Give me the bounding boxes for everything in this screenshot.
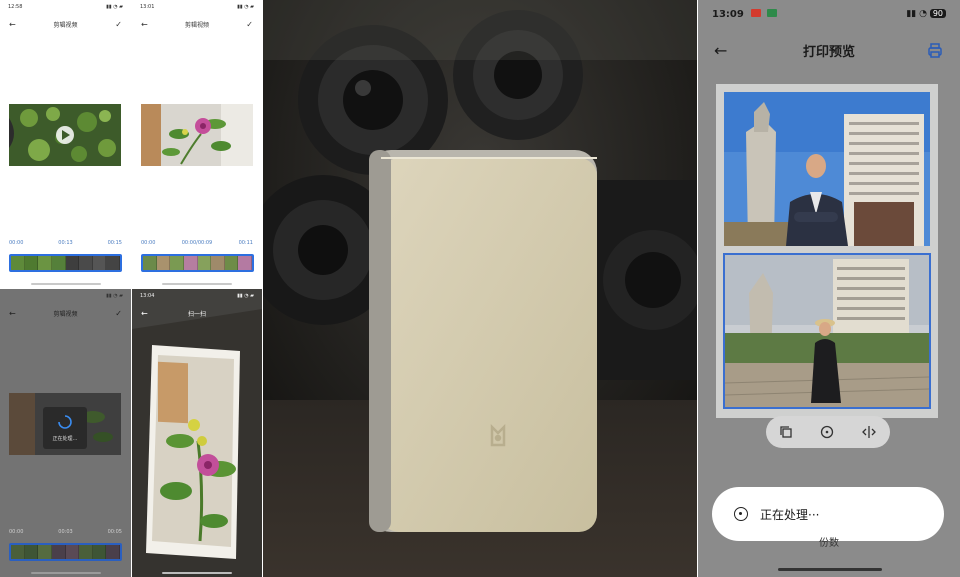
copy-icon[interactable]: [779, 425, 793, 439]
preview-photo-top[interactable]: [724, 92, 930, 246]
time-current: 00:13: [58, 240, 73, 246]
top-bar: ← 剪辑视频 ✓: [0, 305, 131, 321]
back-arrow-icon[interactable]: ←: [141, 20, 148, 29]
time-start: 00:00: [9, 240, 24, 246]
time-current: 00:03: [58, 529, 73, 535]
time-end: 00:15: [107, 240, 122, 246]
loading-spinner-icon: [58, 415, 72, 429]
status-icons-right: ▮▮ ◔ ▰: [106, 293, 123, 299]
home-indicator: [162, 283, 232, 285]
processing-toast: 正在处理···: [712, 487, 944, 541]
scan-screen: 13:04 ▮▮ ◔ ▰ ← 扫一扫: [132, 289, 262, 577]
status-time: 12:58: [8, 4, 23, 10]
home-indicator: [162, 572, 232, 574]
time-start: 00:00: [141, 240, 156, 246]
page-title: 剪辑视频: [53, 310, 78, 318]
product-photo: [263, 0, 697, 577]
preview-toolbar: [766, 416, 890, 448]
timeline-strip[interactable]: [141, 254, 254, 272]
scanned-photo: [146, 345, 240, 559]
checkmark-icon[interactable]: ✓: [115, 309, 122, 318]
page-title: 剪辑视频: [184, 21, 209, 29]
print-preview-screen: 13:09 ▮▮ ◔ 90 ← 打印预览 正在处理··· 份数: [698, 0, 960, 577]
back-arrow-icon[interactable]: ←: [9, 20, 16, 29]
print-preview-card: [716, 84, 938, 418]
page-title: 扫一扫: [187, 310, 206, 318]
rotate-icon[interactable]: [820, 425, 834, 439]
processing-label: 正在处理…: [52, 436, 78, 442]
timeline-strip[interactable]: [9, 254, 122, 272]
time-start: 00:00: [9, 529, 24, 535]
printer-photo-image: [263, 0, 697, 577]
video-preview[interactable]: [9, 104, 121, 166]
status-time: 13:04: [140, 293, 155, 299]
status-bar: ▮▮ ◔ ▰: [0, 289, 131, 303]
preview-photo-bottom[interactable]: [723, 253, 931, 409]
checkmark-icon[interactable]: ✓: [115, 20, 122, 29]
status-bar: 12:58 ▮▮ ◔ ▰: [0, 0, 131, 14]
flip-icon[interactable]: [861, 425, 877, 439]
checkmark-icon[interactable]: ✓: [246, 20, 253, 29]
status-time: 13:09: [712, 8, 777, 20]
top-bar: ← 剪辑视频 ✓: [0, 16, 131, 32]
loading-spinner-icon: [734, 507, 748, 521]
printer-icon[interactable]: [926, 41, 944, 59]
time-current: 00:00/00:09: [181, 240, 213, 246]
time-end: 00:11: [238, 240, 253, 246]
back-arrow-icon[interactable]: ←: [141, 309, 148, 318]
processing-screen: ▮▮ ◔ ▰ ← 剪辑视频 ✓ 正在处理… 00:00 00:03 00:05: [0, 289, 131, 577]
home-indicator: [778, 568, 882, 571]
timeline-labels: 00:00 00:03 00:05: [0, 529, 131, 535]
clip-video-screen: 12:58 ▮▮ ◔ ▰ ← 剪辑视频 ✓ 00:00 00:13 00:15: [0, 0, 131, 288]
copies-label: 份数: [819, 538, 839, 549]
clip-video-screen-2: 13:01 ▮▮ ◔ ▰ ← 剪辑视频 ✓ 00:00 00:00/00:09 …: [132, 0, 262, 288]
processing-overlay: 正在处理…: [43, 407, 87, 449]
status-icons: ▮▮ ◔ ▰: [237, 4, 254, 10]
status-bar: 13:01 ▮▮ ◔ ▰: [132, 0, 262, 14]
page-title: 打印预览: [802, 44, 855, 60]
battery-indicator: 90: [929, 9, 946, 18]
video-preview[interactable]: [141, 104, 253, 166]
timeline-strip[interactable]: [9, 543, 122, 561]
status-icons: ▮▮ ◔ ▰: [237, 293, 254, 299]
screenshot-collage: 12:58 ▮▮ ◔ ▰ ← 剪辑视频 ✓ 00:00 00:13 00:15: [0, 0, 960, 577]
time-end: 00:05: [107, 529, 122, 535]
page-title: 剪辑视频: [53, 21, 78, 29]
back-arrow-icon[interactable]: ←: [714, 41, 727, 60]
back-arrow-icon[interactable]: ←: [9, 309, 16, 318]
top-bar: ← 打印预览: [698, 30, 960, 70]
toast-label: 正在处理···: [760, 507, 820, 522]
status-bar: 13:04 ▮▮ ◔ ▰: [132, 289, 262, 303]
status-bar: 13:09 ▮▮ ◔ 90: [698, 0, 960, 28]
status-icons: ▮▮ ◔ ▰: [106, 4, 123, 10]
top-bar: ← 剪辑视频 ✓: [132, 16, 262, 32]
home-indicator: [30, 572, 101, 574]
timeline-labels: 00:00 00:00/00:09 00:11: [132, 240, 262, 246]
status-icons: ▮▮ ◔ 90: [906, 9, 946, 19]
top-bar: ← 扫一扫: [132, 305, 262, 321]
timeline-labels: 00:00 00:13 00:15: [0, 240, 131, 246]
home-indicator: [30, 283, 101, 285]
status-time: 13:01: [140, 4, 155, 10]
